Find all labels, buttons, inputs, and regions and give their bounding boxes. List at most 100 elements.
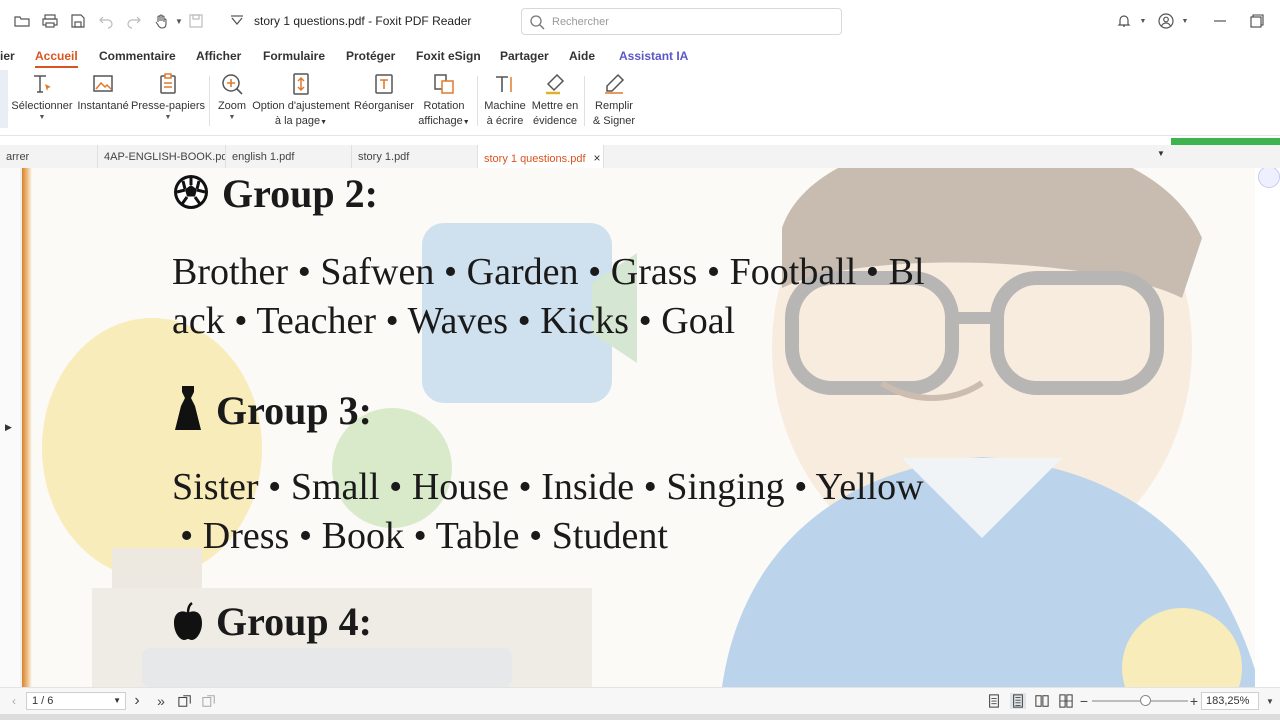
tab-afficher[interactable]: Afficher bbox=[196, 49, 241, 63]
tab-partager[interactable]: Partager bbox=[500, 49, 549, 63]
tab-aide[interactable]: Aide bbox=[569, 49, 595, 63]
group-3-title: Group 3: bbox=[216, 388, 372, 433]
group-3-words-line-2: • Dress • Book • Table • Student bbox=[180, 515, 668, 557]
previous-page-icon[interactable]: ‹ bbox=[6, 693, 22, 709]
search-input[interactable]: Rechercher bbox=[521, 8, 842, 35]
zoom-in-icon[interactable]: + bbox=[1186, 693, 1202, 709]
expand-panel-icon[interactable]: ▶ bbox=[5, 422, 12, 433]
clipboard-label: Presse-papiers bbox=[131, 100, 205, 112]
hand-tool-icon[interactable] bbox=[153, 12, 171, 30]
rotate-label-1: Rotation bbox=[423, 100, 465, 112]
minimize-icon[interactable] bbox=[1211, 12, 1229, 30]
reorganize-button[interactable]: Réorganiser bbox=[353, 72, 415, 114]
typewriter-label-1: Machine bbox=[484, 100, 526, 112]
clipboard-button[interactable]: Presse-papiers ▼ bbox=[131, 72, 205, 122]
chevron-down-icon[interactable]: ▼ bbox=[113, 696, 121, 705]
fit-page-label-2: à la page▼ bbox=[275, 114, 327, 130]
extract-page-icon[interactable] bbox=[177, 693, 193, 709]
right-side-panel bbox=[1255, 168, 1280, 687]
rotate-view-button[interactable]: Rotation affichage▼ bbox=[416, 72, 472, 130]
redo-icon[interactable] bbox=[125, 12, 143, 30]
fill-sign-button[interactable]: Remplir & Signer bbox=[590, 72, 638, 129]
fit-page-button[interactable]: Option d'ajustement à la page▼ bbox=[252, 72, 350, 130]
zoom-button[interactable]: Zoom ▼ bbox=[214, 72, 250, 122]
continuous-view-icon[interactable] bbox=[1010, 693, 1026, 709]
document-viewport[interactable]: ▶ Group 2: Brother • Safwen • Garden • G… bbox=[0, 168, 1280, 687]
chevron-down-icon[interactable]: ▼ bbox=[1157, 149, 1165, 158]
chevron-down-icon[interactable]: ▼ bbox=[1176, 12, 1194, 30]
zoom-level-input[interactable]: 183,25% bbox=[1201, 692, 1259, 710]
customize-dropdown-icon[interactable] bbox=[228, 12, 246, 30]
group-4-heading: Group 4: bbox=[172, 598, 372, 645]
status-bar: ‹ 1 / 6 ▼ › » − + 183,25% ▼ bbox=[0, 687, 1280, 714]
chevron-down-icon[interactable]: ▼ bbox=[165, 114, 172, 122]
chevron-down-icon[interactable]: ▼ bbox=[320, 119, 327, 126]
window-title: story 1 questions.pdf - Foxit PDF Reader bbox=[254, 14, 472, 28]
typewriter-icon bbox=[496, 76, 512, 92]
tab-fichier[interactable]: ier bbox=[0, 49, 15, 63]
tab-formulaire[interactable]: Formulaire bbox=[263, 49, 325, 63]
group-2-words-line-1: Brother • Safwen • Garden • Grass • Foot… bbox=[172, 251, 925, 293]
select-label: Sélectionner bbox=[11, 100, 73, 112]
dress-icon bbox=[175, 386, 201, 430]
chevron-down-icon[interactable]: ▼ bbox=[1134, 12, 1152, 30]
chevron-down-icon[interactable]: ▼ bbox=[463, 119, 470, 126]
doc-tab[interactable]: 4AP-ENGLISH-BOOK.pdf bbox=[98, 145, 226, 168]
tab-foxit-esign[interactable]: Foxit eSign bbox=[416, 49, 481, 63]
fill-sign-label-1: Remplir bbox=[595, 100, 633, 112]
last-page-icon[interactable]: » bbox=[153, 693, 169, 709]
bell-icon[interactable] bbox=[1115, 12, 1133, 30]
zoom-out-icon[interactable]: − bbox=[1076, 693, 1092, 709]
reorganize-icon bbox=[375, 74, 393, 94]
rotate-page-icon bbox=[434, 74, 454, 94]
save-icon[interactable] bbox=[69, 12, 87, 30]
insert-page-icon[interactable] bbox=[201, 693, 217, 709]
group-2-heading: Group 2: bbox=[172, 170, 378, 217]
fill-sign-label-2: & Signer bbox=[592, 115, 636, 127]
single-page-view-icon[interactable] bbox=[986, 693, 1002, 709]
tab-accueil[interactable]: Accueil bbox=[35, 49, 78, 68]
title-bar: ▼ story 1 questions.pdf - Foxit PDF Read… bbox=[0, 0, 1280, 44]
doc-tab-active[interactable]: story 1 questions.pdf × bbox=[478, 145, 604, 168]
rotate-label-2-text: affichage bbox=[418, 115, 463, 127]
doc-tab[interactable]: story 1.pdf bbox=[352, 145, 478, 168]
doc-tab-label: story 1.pdf bbox=[358, 151, 410, 163]
highlight-button[interactable]: Mettre en évidence bbox=[530, 72, 580, 129]
select-button[interactable]: Sélectionner ▼ bbox=[11, 72, 73, 122]
toolbar-divider bbox=[209, 76, 210, 126]
typewriter-label-2: à écrire bbox=[486, 115, 524, 127]
tab-proteger[interactable]: Protéger bbox=[346, 49, 395, 63]
restore-icon[interactable] bbox=[1248, 12, 1266, 30]
print-icon[interactable] bbox=[41, 12, 59, 30]
doc-tab-label: arrer bbox=[6, 151, 30, 163]
reorganize-label: Réorganiser bbox=[354, 100, 414, 112]
doc-tab[interactable]: arrer bbox=[0, 145, 98, 168]
chevron-down-icon[interactable]: ▼ bbox=[170, 12, 188, 30]
snapshot-icon bbox=[93, 75, 113, 92]
chevron-down-icon[interactable]: ▼ bbox=[39, 114, 46, 122]
snapshot-button[interactable]: Instantané bbox=[76, 72, 130, 114]
page-border-decoration bbox=[22, 168, 32, 687]
tab-commentaire[interactable]: Commentaire bbox=[99, 49, 176, 63]
open-folder-icon[interactable] bbox=[13, 12, 31, 30]
undo-icon[interactable] bbox=[97, 12, 115, 30]
doc-tab-label: story 1 questions.pdf bbox=[484, 153, 586, 165]
doc-tab[interactable]: english 1.pdf bbox=[226, 145, 352, 168]
next-page-icon[interactable]: › bbox=[129, 692, 145, 709]
chevron-down-icon[interactable]: ▼ bbox=[229, 114, 236, 122]
page-number-input[interactable]: 1 / 6 ▼ bbox=[26, 692, 126, 710]
facing-view-icon[interactable] bbox=[1034, 693, 1050, 709]
tab-assistant-ia[interactable]: Assistant IA bbox=[619, 49, 688, 63]
screenshot-icon[interactable] bbox=[187, 12, 205, 30]
highlighter-icon bbox=[546, 73, 565, 95]
snapshot-label: Instantané bbox=[77, 100, 129, 112]
close-tab-icon[interactable]: × bbox=[594, 151, 601, 165]
pdf-page: Group 2: Brother • Safwen • Garden • Gra… bbox=[22, 168, 1260, 687]
account-icon[interactable] bbox=[1157, 12, 1175, 30]
typewriter-button[interactable]: Machine à écrire bbox=[482, 72, 528, 129]
zoom-in-icon bbox=[222, 74, 243, 95]
continuous-facing-view-icon[interactable] bbox=[1058, 693, 1074, 709]
zoom-slider-handle[interactable] bbox=[1139, 695, 1151, 706]
apple-icon bbox=[174, 601, 202, 640]
chevron-down-icon[interactable]: ▼ bbox=[1262, 693, 1278, 709]
